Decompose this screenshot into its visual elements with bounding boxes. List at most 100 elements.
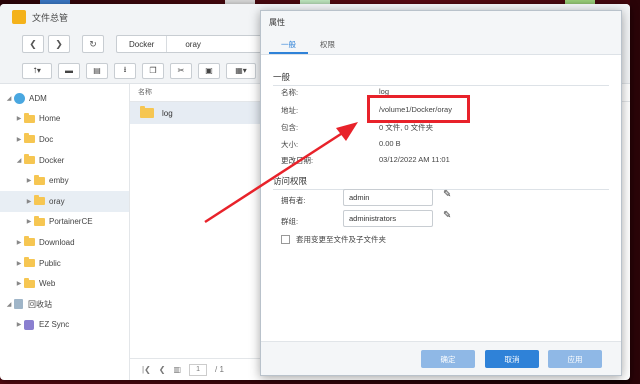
- recycle-bin-icon: [14, 299, 23, 310]
- breadcrumb: Docker oray: [116, 35, 276, 53]
- expand-arrow-icon[interactable]: ▶: [14, 239, 24, 246]
- dialog-tabs: 一般 权限: [261, 35, 621, 55]
- owner-field[interactable]: admin: [343, 189, 433, 206]
- tree-item-download[interactable]: ▶ Download: [0, 232, 129, 253]
- owner-label: 拥有者:: [281, 196, 306, 205]
- folder-icon: [24, 154, 35, 165]
- page-input[interactable]: 1: [189, 363, 208, 376]
- tree-item-label: Docker: [39, 155, 65, 165]
- apply-recursive-option[interactable]: 套用变更至文件及子文件夹: [281, 234, 386, 245]
- folder-icon: [24, 133, 35, 144]
- tree-item-portainerce[interactable]: ▶ PortainerCE: [0, 212, 129, 233]
- refresh-button[interactable]: ↻: [82, 35, 104, 53]
- general-section-heading: 一般: [273, 71, 609, 86]
- desktop-edge: [630, 0, 640, 384]
- folder-icon: [24, 277, 35, 288]
- annotation-highlight-box: [367, 95, 470, 123]
- collapse-arrow-icon[interactable]: ◢: [4, 95, 14, 102]
- tree-item-adm[interactable]: ◢ ADM: [0, 88, 129, 109]
- cut-icon[interactable]: ✂: [170, 62, 192, 79]
- tree-item-oray[interactable]: ▶ oray: [0, 190, 129, 212]
- page-icon: ▥: [173, 365, 182, 374]
- ez-sync-icon: [24, 319, 34, 330]
- tree-item-doc[interactable]: ▶ Doc: [0, 129, 129, 150]
- breadcrumb-item[interactable]: oray: [167, 36, 219, 52]
- tree-item-home[interactable]: ▶ Home: [0, 109, 129, 130]
- edit-group-icon[interactable]: ✎: [443, 210, 451, 221]
- dialog-title: 属性: [261, 11, 621, 35]
- tree-item-label: EZ Sync: [39, 320, 70, 330]
- dialog-footer: 确定 取消 应用: [261, 341, 621, 375]
- expand-arrow-icon[interactable]: ▶: [14, 136, 24, 143]
- collapse-arrow-icon[interactable]: ◢: [4, 301, 14, 308]
- tree-item-label: PortainerCE: [49, 217, 93, 227]
- group-field[interactable]: administrators: [343, 210, 433, 227]
- expand-arrow-icon[interactable]: ▶: [24, 177, 34, 184]
- forward-button[interactable]: ❯: [48, 35, 70, 53]
- select-button[interactable]: ▣: [198, 62, 220, 79]
- access-section-heading: 访问权限: [273, 175, 609, 190]
- tree-item-public[interactable]: ▶ Public: [0, 253, 129, 274]
- expand-arrow-icon[interactable]: ▶: [24, 218, 34, 225]
- tree-item-label: emby: [49, 176, 69, 186]
- list-item-label: log: [162, 108, 173, 118]
- file-manager-icon: [12, 10, 26, 24]
- folder-icon: [34, 174, 45, 185]
- expand-arrow-icon[interactable]: ▶: [14, 321, 24, 328]
- tree-item-label: Home: [39, 114, 61, 124]
- prev-page-icon[interactable]: ❮: [159, 365, 166, 374]
- folder-icon: [34, 215, 45, 226]
- tree-item-label: oray: [49, 196, 65, 206]
- tab-permissions[interactable]: 权限: [308, 35, 347, 54]
- tree-item-label: 回收站: [28, 299, 52, 309]
- ok-button[interactable]: 确定: [421, 350, 475, 368]
- tree-item-ez-sync[interactable]: ▶ EZ Sync: [0, 315, 129, 336]
- cancel-button[interactable]: 取消: [485, 350, 539, 368]
- modified-label: 更改日期:: [281, 156, 314, 165]
- apply-recursive-label: 套用变更至文件及子文件夹: [296, 235, 386, 244]
- expand-arrow-icon[interactable]: ▶: [14, 115, 24, 122]
- expand-arrow-icon[interactable]: ▶: [14, 280, 24, 287]
- name-label: 名称:: [281, 88, 299, 97]
- contains-label: 包含:: [281, 123, 299, 132]
- new-folder-button[interactable]: ▬: [58, 62, 80, 79]
- new-share-button[interactable]: ▤: [86, 62, 108, 79]
- page-total: / 1: [215, 365, 224, 374]
- tree-item-label: Download: [39, 237, 75, 247]
- expand-arrow-icon[interactable]: ▶: [24, 198, 34, 205]
- folder-icon: [24, 236, 35, 247]
- folder-tree: ◢ ADM ▶ Home ▶ Doc ◢ Docker ▶ emby ▶ ora…: [0, 84, 130, 380]
- list-item[interactable]: log: [130, 102, 260, 124]
- copy-button[interactable]: ❐: [142, 62, 164, 79]
- apply-button[interactable]: 应用: [548, 350, 602, 368]
- collapse-arrow-icon[interactable]: ◢: [14, 157, 24, 164]
- back-button[interactable]: ❮: [22, 35, 44, 53]
- folder-icon: [24, 112, 35, 123]
- folder-icon: [140, 106, 154, 118]
- tree-item-emby[interactable]: ▶ emby: [0, 170, 129, 191]
- first-page-icon[interactable]: |❮: [142, 365, 151, 374]
- folder-icon: [34, 195, 45, 206]
- tree-item-label: Doc: [39, 134, 54, 144]
- tree-item-label: Web: [39, 279, 56, 289]
- window-title: 文件总管: [32, 12, 69, 23]
- more-button[interactable]: ▦▾: [226, 62, 256, 79]
- properties-dialog: 属性 一般 权限 一般 名称: log 地址: /volume1/Docker/…: [260, 10, 622, 376]
- tree-item-recycle-bin[interactable]: ◢ 回收站: [0, 294, 129, 315]
- location-label: 地址:: [281, 106, 299, 115]
- download-button[interactable]: ⭳: [114, 62, 136, 79]
- group-label: 群组:: [281, 217, 299, 226]
- tab-general[interactable]: 一般: [269, 35, 308, 54]
- edit-owner-icon[interactable]: ✎: [443, 189, 451, 200]
- tree-item-label: ADM: [29, 93, 47, 103]
- tree-item-docker[interactable]: ◢ Docker: [0, 150, 129, 171]
- apply-recursive-checkbox[interactable]: [281, 235, 290, 244]
- upload-button[interactable]: ⭡▾: [22, 62, 52, 79]
- size-value: 0.00 B: [379, 139, 401, 148]
- modified-value: 03/12/2022 AM 11:01: [379, 155, 450, 164]
- tree-item-label: Public: [39, 258, 61, 268]
- tree-item-web[interactable]: ▶ Web: [0, 273, 129, 294]
- breadcrumb-item[interactable]: Docker: [117, 36, 168, 52]
- size-label: 大小:: [281, 140, 299, 149]
- expand-arrow-icon[interactable]: ▶: [14, 260, 24, 267]
